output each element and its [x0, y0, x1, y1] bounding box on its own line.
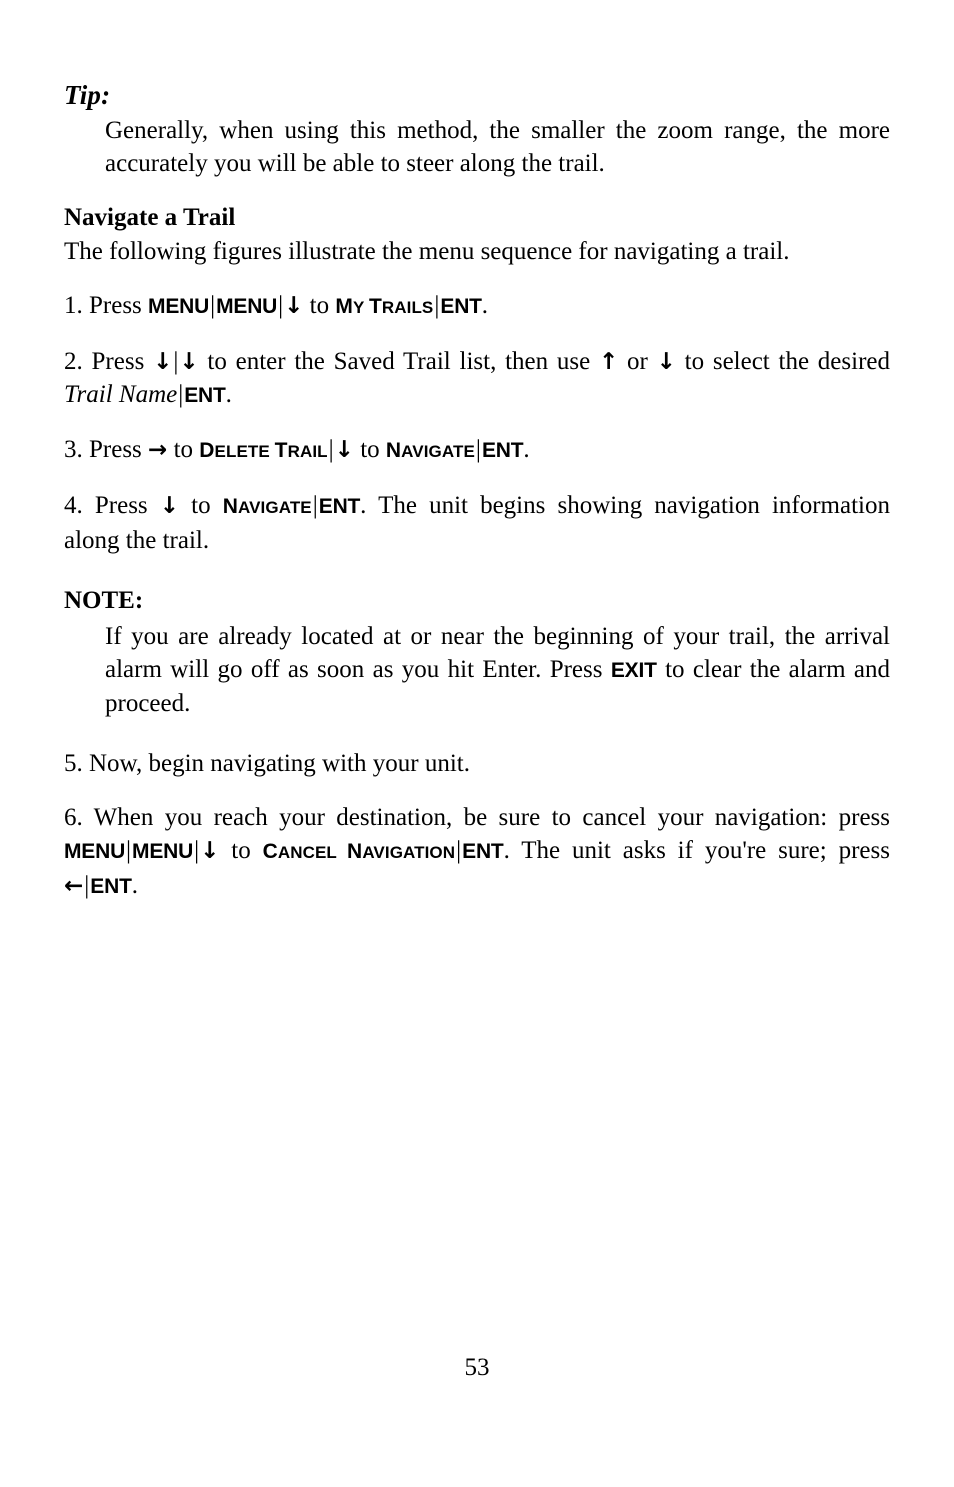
step-6-period: . [131, 872, 138, 899]
step-6: 6. When you reach your destination, be s… [64, 801, 890, 903]
step-2-prefix: 2. Press [64, 348, 154, 375]
menu-cancel-cap-n: N [347, 840, 363, 863]
menu-navigate: NAVIGATE [385, 439, 475, 462]
arrow-down-icon: ↓ [200, 838, 220, 864]
arrow-left-icon: ← [64, 873, 84, 899]
key-ent: ENT [462, 840, 504, 863]
step-2: 2. Press ↓|↓ to enter the Saved Trail li… [64, 345, 890, 412]
step-6-prefix: 6. When you reach your destination, be s… [64, 804, 890, 831]
step-1-prefix: 1. Press [64, 292, 149, 319]
step-3-period: . [523, 436, 530, 463]
menu-delete-trail-rest-rail: RAIL [287, 442, 328, 461]
menu-delete-trail-cap-t: T [274, 439, 288, 462]
key-separator: | [475, 436, 481, 463]
menu-cancel-navigation: CANCEL NAVIGATION [262, 840, 456, 863]
menu-my-trails-rest-rails: RAILS [381, 298, 434, 317]
document-page: Tip: Generally, when using this method, … [0, 0, 954, 1487]
menu-delete-trail: DELETE TRAIL [199, 439, 328, 462]
arrow-down-icon: ↓ [179, 349, 199, 375]
menu-navigate-cap-n: N [222, 495, 238, 518]
step-4: 4. Press ↓ to NAVIGATE|ENT. The unit beg… [64, 489, 890, 557]
step-3: 3. Press → to DELETE TRAIL|↓ to NAVIGATE… [64, 433, 890, 468]
menu-my-trails-rest-y: Y [352, 298, 369, 317]
step-3-prefix: 3. Press [64, 436, 149, 463]
key-separator: | [312, 492, 318, 519]
menu-navigate-rest: AVIGATE [238, 498, 312, 517]
key-menu: MENU [132, 840, 194, 863]
key-ent: ENT [481, 439, 524, 462]
arrow-down-icon: ↓ [153, 349, 173, 375]
menu-navigate: NAVIGATE [222, 495, 312, 518]
key-menu: MENU [64, 840, 126, 863]
menu-my-trails: MY TRAILS [335, 295, 434, 318]
note-heading: NOTE: [64, 587, 144, 614]
arrow-down-icon: ↓ [159, 493, 180, 519]
key-ent: ENT [318, 495, 361, 518]
section-intro: The following figures illustrate the men… [64, 238, 790, 265]
menu-navigate-rest: AVIGATE [401, 442, 475, 461]
menu-delete-trail-rest-elete: ELETE [214, 442, 275, 461]
step-6-mid: . The unit asks if you're sure; press [503, 837, 890, 864]
key-ent: ENT [90, 875, 132, 898]
step-2-tail: to select the desired [675, 348, 891, 375]
menu-cancel-cap-c: C [262, 840, 278, 863]
menu-my-trails-cap-t: T [368, 295, 382, 318]
step-2-or: or [618, 348, 657, 375]
key-separator: | [126, 837, 132, 864]
key-ent: ENT [440, 295, 482, 318]
menu-navigate-cap-n: N [385, 439, 402, 462]
menu-my-trails-cap-m: M [335, 295, 353, 318]
trail-name-placeholder: Trail Name [64, 381, 178, 408]
arrow-down-icon: ↓ [656, 349, 676, 375]
page-content: Tip: Generally, when using this method, … [64, 78, 890, 903]
arrow-up-icon: ↑ [598, 349, 619, 375]
menu-delete-trail-cap-d: D [199, 439, 215, 462]
menu-cancel-rest-ancel: ANCEL [277, 843, 348, 862]
step-2-mid: to enter the Saved Trail list, then use [198, 348, 599, 375]
key-exit: EXIT [610, 659, 657, 682]
tip-heading: Tip: [64, 80, 111, 110]
key-ent: ENT [184, 384, 226, 407]
arrow-down-icon: ↓ [334, 437, 354, 463]
step-1: 1. Press MENU|MENU|↓ to MY TRAILS|ENT. [64, 289, 890, 324]
step-1-to: to [303, 292, 336, 319]
key-menu: MENU [148, 295, 210, 318]
step-3-to-2: to [353, 436, 386, 463]
step-3-to-1: to [167, 436, 200, 463]
menu-cancel-rest-avigation: AVIGATION [362, 843, 456, 862]
arrow-down-icon: ↓ [284, 293, 304, 319]
key-separator: | [328, 436, 334, 463]
step-1-period: . [481, 292, 489, 319]
section-heading: Navigate a Trail [64, 204, 236, 231]
step-4-prefix: 4. Press [64, 492, 160, 519]
tip-body: Generally, when using this method, the s… [105, 117, 890, 177]
key-menu: MENU [216, 295, 278, 318]
step-5: 5. Now, begin navigating with your unit. [64, 750, 470, 777]
step-4-to: to [179, 492, 223, 519]
arrow-right-icon: → [148, 437, 168, 463]
page-number: 53 [464, 1354, 490, 1381]
step-6-to: to [219, 837, 263, 864]
note-body: If you are already located at or near th… [105, 620, 890, 720]
step-2-period: . [225, 381, 232, 408]
